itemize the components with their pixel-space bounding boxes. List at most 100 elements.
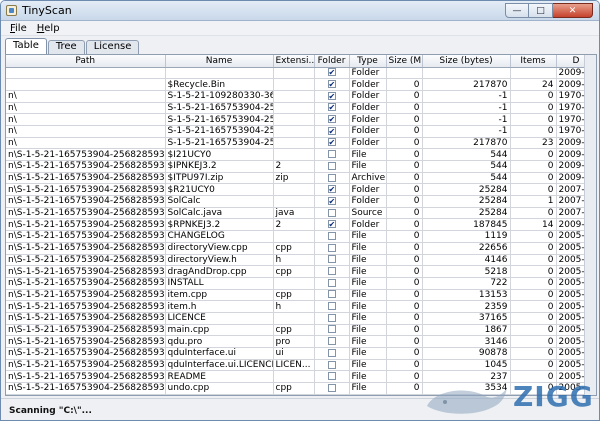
cell-type: Folder [349,90,387,103]
table-row[interactable]: n\S-1-5-21-165753904-2568285939-... main.… [6,324,596,337]
table-row[interactable]: n\S-1-5-21-165753904-2568285939-... qdu.p… [6,335,596,348]
cell-type: File [349,160,387,173]
folder-checkbox[interactable] [327,208,336,217]
folder-checkbox[interactable] [327,348,336,357]
table-row[interactable]: n\S-1-5-21-165753904-2568285939-... LICEN… [6,312,596,325]
table-row[interactable]: n\S-1-5-21-165753904-2568285939-... INSTA… [6,277,596,290]
column-header-size-mb[interactable]: Size (M... [386,55,423,68]
table-row[interactable]: n\S-1-5-21-165753904-2568285939-... item.… [6,300,596,313]
menu-file[interactable]: File [5,23,32,34]
table-row[interactable]: n\S-1-5-21-165753904-2568285939-... item.… [6,289,596,302]
cell-extension [273,195,315,208]
folder-checkbox[interactable] [327,360,336,369]
maximize-button[interactable]: □ [529,3,553,18]
folder-checkbox[interactable] [327,161,336,170]
tab-tree[interactable]: Tree [47,40,85,54]
cell-items: 0 [510,242,557,255]
table-row[interactable]: n\ S-1-5-21-165753904-25... ✔ Folder 0 217870… [6,137,596,150]
cell-extension [273,277,315,290]
folder-checkbox[interactable]: ✔ [327,115,336,124]
folder-checkbox[interactable] [327,383,336,392]
cell-folder [314,230,350,243]
cell-folder [314,359,350,372]
tab-license[interactable]: License [85,40,140,54]
column-header-path[interactable]: Path [6,55,166,68]
table-row[interactable]: n\S-1-5-21-165753904-2568285939-... CHANG… [6,230,596,243]
folder-checkbox[interactable] [327,255,336,264]
close-button[interactable]: ✕ [553,3,593,18]
cell-type: File [349,312,387,325]
column-header-items[interactable]: Items [510,55,557,68]
column-header-size-bytes[interactable]: Size (bytes) [422,55,511,68]
table-row[interactable]: n\S-1-5-21-165753904-2568285939-... direc… [6,254,596,267]
table-row[interactable]: n\S-1-5-21-165753904-2568285939-... dragA… [6,265,596,278]
folder-checkbox[interactable]: ✔ [327,80,336,89]
folder-checkbox[interactable]: ✔ [327,185,336,194]
folder-checkbox[interactable] [327,231,336,240]
cell-size-mb: 0 [386,102,423,115]
title-bar[interactable]: TinyScan — □ ✕ [1,1,599,21]
folder-checkbox[interactable]: ✔ [327,126,336,135]
cell-items: 0 [510,183,557,197]
folder-checkbox[interactable] [327,325,336,334]
folder-checkbox[interactable] [327,372,336,381]
cell-name: item.h [165,300,274,313]
tab-strip: Table Tree License [1,38,599,54]
cell-items: 23 [510,137,557,150]
table-row[interactable]: n\ S-1-5-21-109280330-36... ✔ Folder 0 -1 0 197… [6,90,596,103]
folder-checkbox[interactable] [327,290,336,299]
column-header-folder[interactable]: Folder [314,55,350,68]
table-row[interactable]: n\ S-1-5-21-165753904-25... ✔ Folder 0 -1 0 197… [6,125,596,138]
cell-path: n\ [6,137,166,150]
column-header-extension[interactable]: Extensi... [273,55,315,68]
menu-help[interactable]: Help [32,23,65,34]
status-text: Scanning "C:\"... [9,406,92,416]
folder-checkbox[interactable] [327,337,336,346]
table-row[interactable]: n\S-1-5-21-165753904-2568285939-... qduIn… [6,359,596,372]
table-row[interactable]: n\S-1-5-21-165753904-2568285939-... $R21U… [6,183,596,197]
cell-name: $I21UCY0 [165,148,274,161]
table-row[interactable]: n\S-1-5-21-165753904-2568285939-... $I21U… [6,148,596,161]
cell-extension [273,312,315,325]
folder-checkbox[interactable]: ✔ [327,103,336,112]
folder-checkbox[interactable] [327,173,336,182]
table-row[interactable]: n\S-1-5-21-165753904-2568285939-... $RPNK… [6,218,596,232]
cell-items [510,67,557,80]
cell-type: File [349,347,387,360]
cell-size-bytes: 25284 [422,183,511,197]
table-row[interactable]: n\S-1-5-21-165753904-2568285939-... SolCa… [6,195,596,208]
folder-checkbox[interactable] [327,243,336,252]
cell-type: File [349,277,387,290]
table-row[interactable]: n\ S-1-5-21-165753904-25... ✔ Folder 0 -1 0 197… [6,113,596,126]
table-row[interactable]: n\S-1-5-21-165753904-2568285939-... direc… [6,242,596,255]
vertical-scrollbar[interactable] [584,55,596,395]
table-row[interactable]: $Recycle.Bin✔Folder0217870242009-06-0 [6,78,596,91]
cell-path: n\S-1-5-21-165753904-2568285939-... [6,335,166,348]
table-row[interactable]: n\S-1-5-21-165753904-2568285939-... qduIn… [6,347,596,360]
table-row[interactable]: n\ S-1-5-21-165753904-25... ✔ Folder 0 -1 0 197… [6,102,596,115]
folder-checkbox[interactable] [327,278,336,287]
table-row[interactable]: n\S-1-5-21-165753904-2568285939-... SolCa… [6,207,596,220]
folder-checkbox[interactable]: ✔ [327,196,336,205]
folder-checkbox[interactable] [327,150,336,159]
table-scroll-area[interactable]: Path Name Extensi... Folder Type Size (M… [6,55,596,395]
tab-table[interactable]: Table [5,38,47,54]
folder-checkbox[interactable] [327,302,336,311]
column-header-type[interactable]: Type [349,55,387,68]
cell-folder [314,172,350,185]
folder-checkbox[interactable]: ✔ [327,68,336,77]
cell-extension: 2 [273,218,315,232]
cell-type: Folder [349,113,387,126]
column-header-name[interactable]: Name [165,55,274,68]
cell-size-bytes: 544 [422,160,511,173]
folder-checkbox[interactable]: ✔ [327,138,336,147]
table-row[interactable]: ✔Folder2009-06-2 [6,67,596,80]
minimize-button[interactable]: — [505,3,529,18]
table-row[interactable]: n\S-1-5-21-165753904-2568285939-... $ITPU… [6,172,596,185]
folder-checkbox[interactable]: ✔ [327,220,336,229]
folder-checkbox[interactable] [327,267,336,276]
folder-checkbox[interactable] [327,313,336,322]
folder-checkbox[interactable]: ✔ [327,91,336,100]
table-row[interactable]: n\S-1-5-21-165753904-2568285939-... $IPNK… [6,160,596,173]
cell-folder: ✔ [314,113,350,126]
